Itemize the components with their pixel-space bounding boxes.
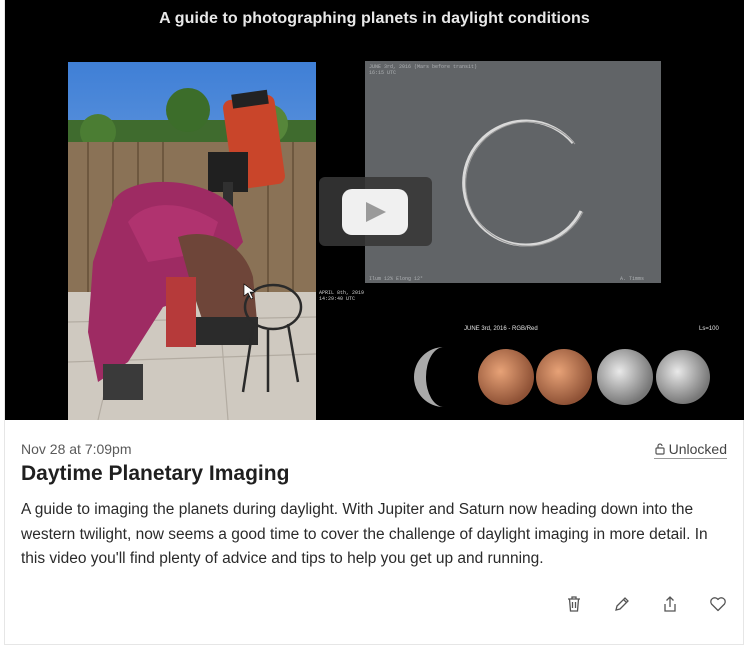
post-title[interactable]: Daytime Planetary Imaging — [21, 462, 289, 486]
mars-disk-sequence — [414, 347, 710, 407]
pencil-icon — [615, 597, 629, 611]
play-button[interactable] — [342, 189, 408, 235]
mars-sequence-caption: JUNE 3rd, 2016 - RGB/Red — [464, 326, 538, 332]
post-meta-row: Nov 28 at 7:09pm Unlocked — [21, 440, 727, 460]
share-button[interactable] — [659, 593, 681, 615]
panel-label-time: 16:15 UTC — [369, 70, 396, 76]
unlocked-label: Unlocked — [668, 441, 727, 457]
heart-icon — [710, 597, 726, 612]
post-card: A guide to photographing planets in dayl… — [4, 0, 744, 645]
unlock-icon — [655, 443, 665, 455]
mars-disk-color-1 — [478, 349, 534, 405]
mars-disk-crescent — [414, 347, 444, 407]
video-title-text: A guide to photographing planets in dayl… — [159, 10, 590, 27]
ls-label: Ls=100 — [699, 326, 719, 332]
share-icon — [664, 596, 676, 612]
delete-button[interactable] — [563, 593, 585, 615]
unlocked-badge[interactable]: Unlocked — [653, 441, 727, 459]
video-player[interactable]: A guide to photographing planets in dayl… — [5, 0, 744, 420]
like-button[interactable] — [707, 593, 729, 615]
edit-button[interactable] — [611, 593, 633, 615]
post-description: A guide to imaging the planets during da… — [21, 501, 708, 567]
photo-caption-time: 14:29:40 UTC — [319, 296, 356, 302]
panel-label-bottom-right: A. Timms — [620, 276, 644, 282]
panel-label-bottom-left: Ilum 12% Elong 12° — [369, 276, 423, 282]
garden-telescope-photo — [68, 62, 316, 420]
play-icon — [366, 202, 386, 222]
post-actions — [563, 593, 729, 615]
mars-disk-grey-2 — [656, 350, 710, 404]
mars-disk-grey-1 — [597, 349, 653, 405]
mars-disk-color-2 — [536, 349, 592, 405]
crescent-planet-panel: JUNE 3rd, 2016 (Mars before transit) 16:… — [365, 61, 661, 283]
trash-icon — [568, 596, 580, 612]
post-timestamp: Nov 28 at 7:09pm — [21, 441, 132, 457]
